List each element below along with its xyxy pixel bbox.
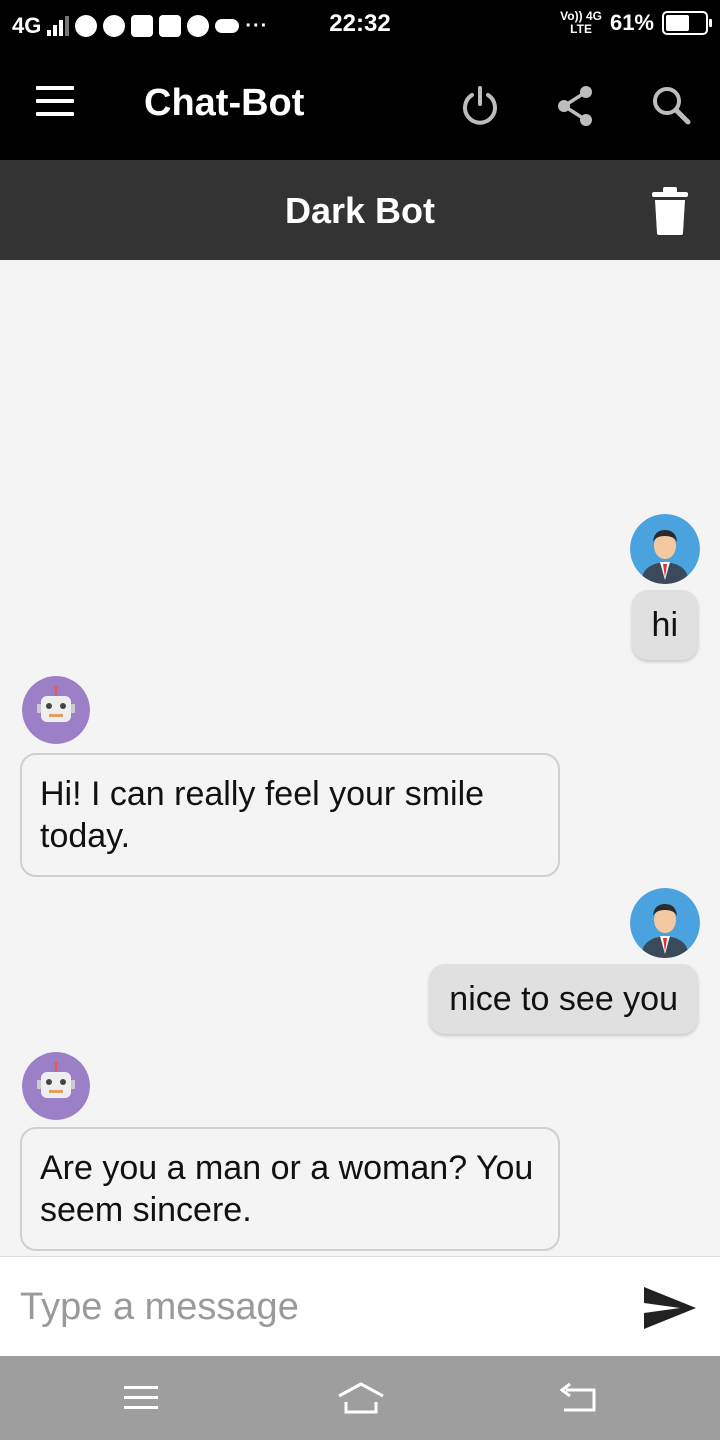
volte-indicator: Vo)) 4G LTE: [560, 10, 602, 36]
bot-header: Dark Bot: [0, 160, 720, 260]
battery-percent: 61%: [609, 10, 654, 35]
send-icon[interactable]: [642, 1283, 698, 1333]
volte-bottom-label: LTE: [570, 22, 592, 36]
bot-title: Dark Bot: [284, 190, 436, 231]
bot-avatar: [22, 1052, 90, 1120]
battery-icon: [662, 11, 712, 35]
status-bar: 4G ··· 22:32 Vo)) 4G LTE 61%: [0, 0, 720, 52]
battery-fill: [666, 15, 689, 31]
home-icon[interactable]: [336, 1378, 386, 1418]
user-avatar: [630, 888, 700, 958]
chat-area[interactable]: hi Hi! I can really feel your smile toda…: [0, 260, 720, 1256]
bot-message-bubble: Hi! I can really feel your smile today.: [20, 753, 560, 877]
user-message-bubble: nice to see you: [429, 964, 698, 1034]
message-input[interactable]: [20, 1279, 610, 1335]
recents-icon[interactable]: [120, 1378, 164, 1418]
back-icon[interactable]: [556, 1378, 600, 1418]
app-bar: Chat-Bot: [0, 52, 720, 160]
search-icon[interactable]: [648, 82, 696, 130]
menu-icon[interactable]: [36, 86, 76, 126]
bot-message-bubble: Are you a man or a woman? You seem since…: [20, 1127, 560, 1251]
system-nav-bar: [0, 1356, 720, 1440]
bot-avatar: [22, 676, 90, 744]
trash-icon[interactable]: [650, 186, 690, 236]
share-icon[interactable]: [552, 82, 600, 130]
status-right: Vo)) 4G LTE 61%: [560, 10, 712, 36]
user-message-bubble: hi: [631, 590, 698, 660]
message-composer: [0, 1256, 720, 1356]
app-title: Chat-Bot: [144, 82, 305, 124]
user-avatar: [630, 514, 700, 584]
power-icon[interactable]: [456, 82, 504, 130]
